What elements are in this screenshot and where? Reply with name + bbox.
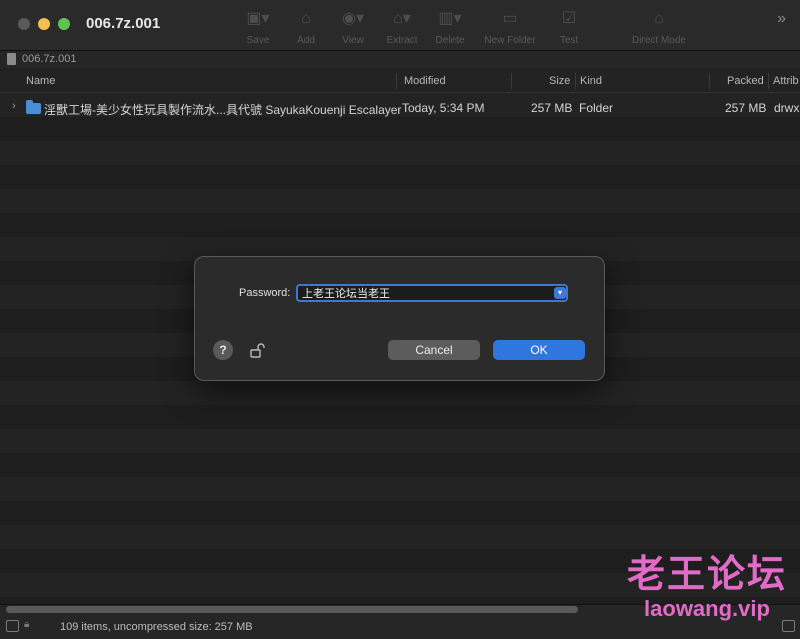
column-header: Name Modified Size Kind Packed Attrib — [0, 70, 800, 93]
status-text: 109 items, uncompressed size: 257 MB — [60, 621, 253, 633]
row-name: 淫獸工場-美少女性玩具製作流水...具代號 SayukaKouenji Esca… — [44, 103, 402, 117]
new-folder-icon: ▭ — [502, 10, 518, 27]
unlock-icon[interactable] — [248, 341, 268, 361]
column-kind[interactable]: Kind — [580, 75, 602, 87]
cancel-button[interactable]: Cancel — [388, 340, 480, 360]
direct-mode-icon: ⌂ — [654, 10, 664, 27]
path-bar: 006.7z.001 — [0, 51, 800, 69]
row-size: 257 MB — [531, 101, 573, 115]
toolbar: ▣▾ Save ⌂ Add ◉▾ View ⌂▾ Extract ▥▾ Dele… — [0, 8, 800, 48]
toolbar-delete-button[interactable]: ▥▾ Delete — [420, 8, 480, 46]
folder-icon — [26, 100, 41, 114]
path-text[interactable]: 006.7z.001 — [22, 53, 76, 65]
row-packed: 257 MB — [725, 101, 767, 115]
disclosure-triangle-icon[interactable]: › — [12, 100, 16, 112]
row-kind: Folder — [579, 101, 614, 115]
archive-file-icon — [7, 53, 16, 65]
watermark-url: laowang.vip — [644, 596, 770, 621]
column-size[interactable]: Size — [549, 75, 570, 87]
password-history-dropdown-icon[interactable]: ▾ — [554, 287, 566, 299]
ok-button[interactable]: OK — [493, 340, 585, 360]
row-attributes: drwx — [774, 101, 800, 115]
toolbar-new-folder-button[interactable]: ▭ New Folder — [480, 8, 540, 46]
column-attributes[interactable]: Attrib — [773, 75, 799, 87]
toolbar-overflow-icon[interactable]: » — [777, 10, 786, 28]
delete-icon: ▥▾ — [438, 10, 462, 27]
preview-toggle-icon[interactable] — [6, 620, 19, 632]
table-row[interactable]: › 淫獸工場-美少女性玩具製作流水...具代號 SayukaKouenji Es… — [0, 95, 800, 119]
column-separator[interactable] — [396, 73, 397, 89]
password-dialog: Password: ▾ ? Cancel OK — [194, 256, 605, 381]
column-separator[interactable] — [709, 73, 710, 89]
test-icon: ☑ — [561, 10, 577, 27]
toolbar-direct-mode-button[interactable]: ⌂ Direct Mode — [629, 8, 689, 46]
column-name[interactable]: Name — [26, 75, 55, 87]
horizontal-scrollbar[interactable] — [6, 606, 578, 613]
title-bar: 006.7z.001 ▣▾ Save ⌂ Add ◉▾ View ⌂▾ Extr… — [0, 0, 800, 51]
column-packed[interactable]: Packed — [727, 75, 764, 87]
lock-icon[interactable]: 🔒︎ — [24, 619, 35, 630]
column-separator[interactable] — [575, 73, 576, 89]
watermark: 老王论坛 laowang.vip — [622, 553, 792, 623]
watermark-title: 老王论坛 — [626, 552, 787, 596]
password-input[interactable] — [296, 284, 568, 302]
help-button[interactable]: ? — [213, 340, 233, 360]
row-modified: Today, 5:34 PM — [402, 101, 485, 115]
password-label: Password: — [239, 287, 291, 299]
toolbar-test-button[interactable]: ☑ Test — [539, 8, 599, 46]
column-separator[interactable] — [768, 73, 769, 89]
column-modified[interactable]: Modified — [404, 75, 446, 87]
column-separator[interactable] — [511, 73, 512, 89]
